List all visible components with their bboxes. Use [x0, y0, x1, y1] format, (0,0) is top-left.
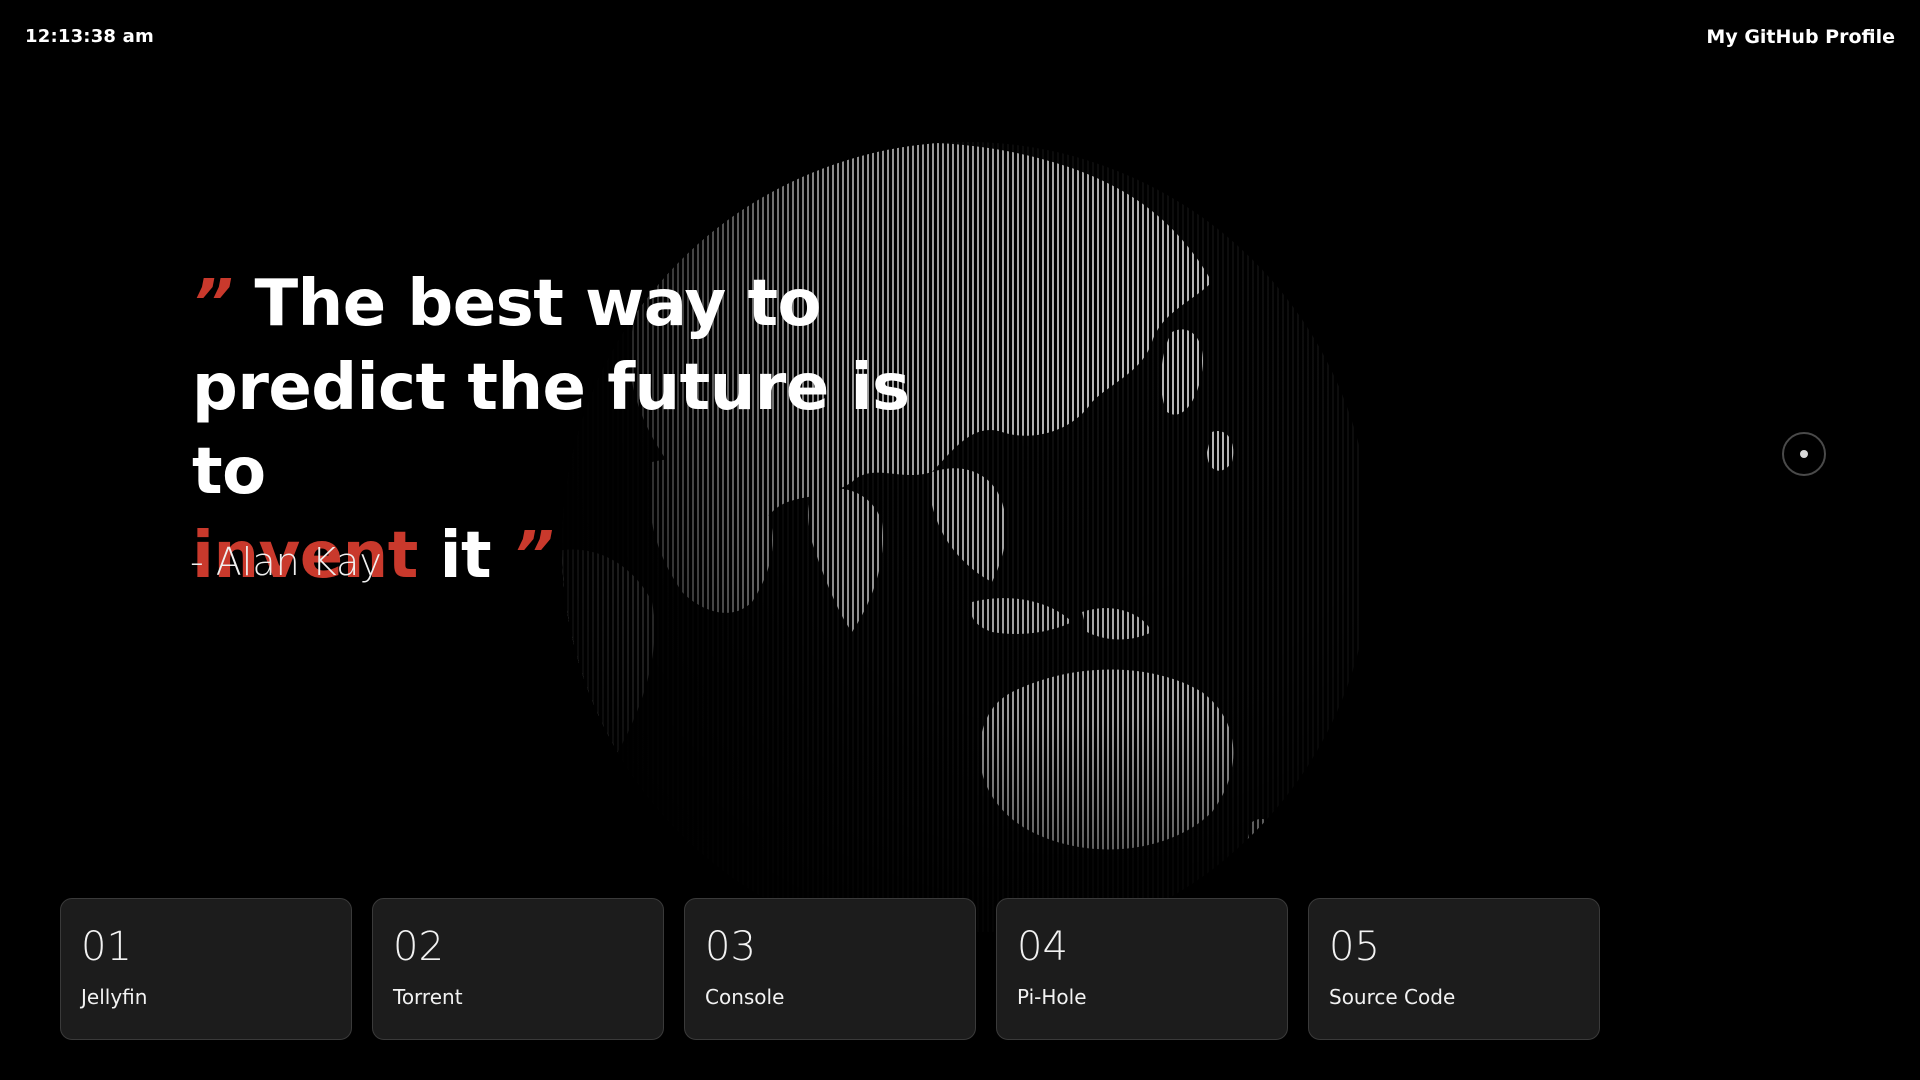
close-quote-mark: ”	[512, 519, 554, 593]
quote-line-1-text: The best way to	[254, 267, 822, 341]
quote-tail-word: it	[439, 519, 492, 593]
card-number: 04	[1017, 924, 1068, 970]
clock: 12:13:38 am	[25, 26, 154, 47]
service-cards: 01 Jellyfin 02 Torrent 03 Console 04 Pi-…	[60, 898, 1600, 1040]
card-number: 01	[81, 924, 132, 970]
card-label: Source Code	[1329, 985, 1456, 1009]
github-profile-link[interactable]: My GitHub Profile	[1706, 26, 1895, 48]
page: 12:13:38 am My GitHub Profile ” The best…	[0, 0, 1920, 1080]
quote-line-2: predict the future is to	[192, 351, 910, 509]
open-quote-mark: ”	[192, 267, 233, 341]
card-pi-hole[interactable]: 04 Pi-Hole	[996, 898, 1288, 1040]
card-number: 03	[705, 924, 756, 970]
quote-line-1: ” The best way to	[192, 262, 952, 346]
card-number: 02	[393, 924, 444, 970]
quote-author: - Alan Kay	[190, 540, 382, 584]
card-console[interactable]: 03 Console	[684, 898, 976, 1040]
scroll-indicator-dot	[1800, 450, 1808, 458]
card-torrent[interactable]: 02 Torrent	[372, 898, 664, 1040]
card-source-code[interactable]: 05 Source Code	[1308, 898, 1600, 1040]
card-label: Jellyfin	[81, 985, 148, 1009]
card-number: 05	[1329, 924, 1380, 970]
card-label: Pi-Hole	[1017, 985, 1087, 1009]
card-label: Console	[705, 985, 785, 1009]
card-jellyfin[interactable]: 01 Jellyfin	[60, 898, 352, 1040]
card-label: Torrent	[393, 985, 463, 1009]
scroll-indicator-icon[interactable]	[1782, 432, 1826, 476]
